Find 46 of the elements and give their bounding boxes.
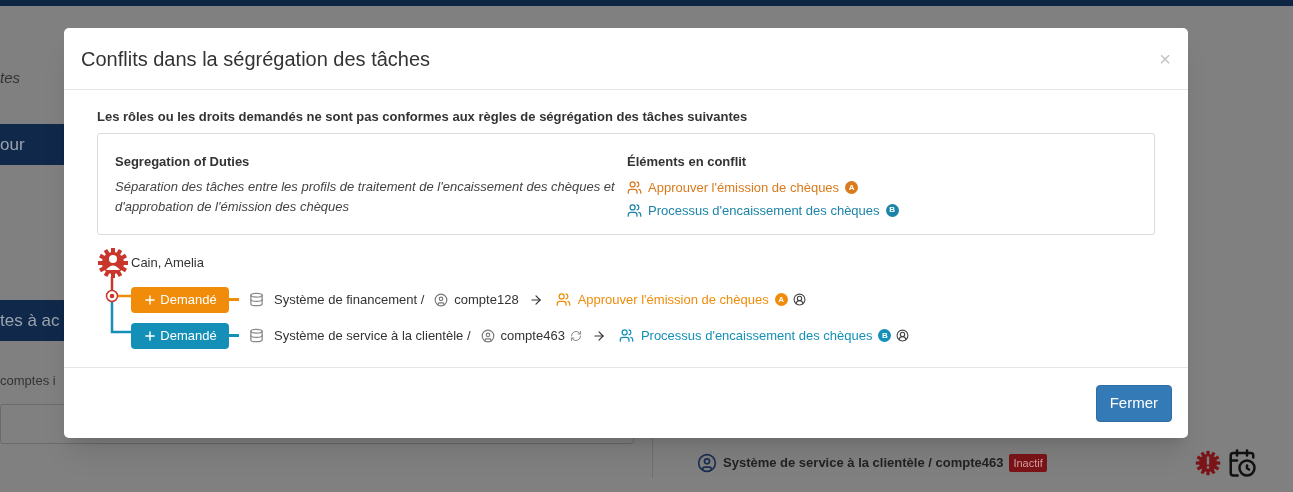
sync-icon — [569, 329, 582, 342]
database-icon — [249, 292, 264, 307]
section-header: tes à ac — [0, 300, 64, 341]
user-name: Cain, Amelia — [131, 253, 204, 272]
group-icon — [618, 328, 634, 343]
account-icon — [434, 292, 449, 307]
marker-badge: B — [885, 203, 899, 217]
conflict-link[interactable]: Processus d'encaissement des chèques — [648, 200, 880, 220]
requested-button[interactable]: Demandé — [131, 322, 229, 349]
account-icon — [697, 453, 717, 473]
section-text: tes — [0, 69, 20, 86]
user-icon — [896, 329, 910, 342]
requested-button[interactable]: Demandé — [131, 286, 229, 313]
account-icon — [480, 328, 495, 343]
group-icon — [627, 180, 642, 196]
plus-icon — [143, 292, 158, 307]
role-link[interactable]: Approuver l'émission de chèques — [577, 289, 769, 310]
arrow-icon — [528, 292, 543, 307]
plus-icon — [143, 328, 158, 343]
section-text: comptes i — [0, 373, 56, 388]
marker-badge: B — [878, 329, 892, 342]
close-dialog-button[interactable]: Fermer — [1095, 384, 1172, 422]
group-icon — [555, 292, 571, 307]
user-icon — [792, 293, 806, 306]
section-header: our — [0, 124, 64, 165]
system-name: Système de financement / — [274, 290, 425, 309]
group-icon — [627, 202, 642, 218]
role-link[interactable]: Processus d'encaissement des chèques — [640, 325, 873, 346]
marker-badge: A — [774, 293, 788, 306]
account-name: compte463 — [500, 326, 565, 345]
alert-icon — [1195, 450, 1221, 476]
arrow-icon — [591, 328, 606, 343]
marker-badge: A — [845, 181, 859, 195]
intro-text: Les rôles ou les droits demandés ne sont pas conformes aux règles de ségrégation des tâches suivantes — [97, 108, 749, 126]
database-icon — [249, 328, 264, 343]
dialog-title: Conflits dans la ségrégation des tâches — [81, 46, 431, 72]
rule-description: Séparation des tâches entre les profils de traitement de l'encaissement des chèques et d'approbation de l'émission des chèques — [115, 178, 616, 216]
status-badge: Inactif — [1009, 453, 1047, 473]
account-name: compte128 — [454, 290, 519, 309]
account-name: Système de service à la clientèle / compte463 — [723, 454, 1004, 473]
rule-heading: Segregation of Duties — [115, 152, 251, 171]
calendar-clock-icon[interactable] — [1227, 448, 1257, 478]
user-alert-icon — [97, 246, 129, 279]
conflicts-heading: Éléments en conflit — [627, 152, 748, 171]
conflict-link[interactable]: Approuver l'émission de chèques — [648, 178, 840, 198]
system-name: Système de service à la clientèle / — [274, 326, 471, 345]
